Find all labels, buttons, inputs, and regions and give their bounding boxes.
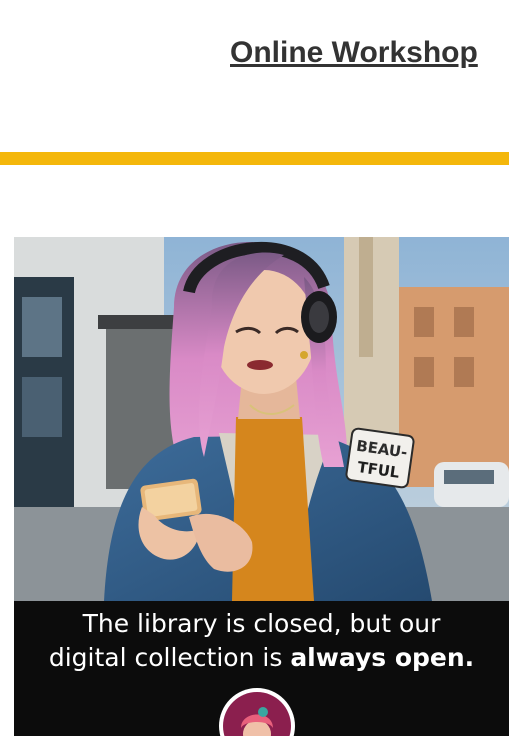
caption-always-open-emphasis: always open. [290,643,475,672]
email-page: Online Workshop BEAU- TFUL The library i… [0,0,509,736]
online-workshop-link[interactable]: Online Workshop [230,36,478,70]
beautiful-patch: BEAU- TFUL [345,427,415,489]
caption-line-2: digital collection is always open. [14,643,509,672]
digital-collection-promo-image[interactable]: BEAU- TFUL The library is closed, but ou… [14,237,509,736]
caption-line-2-text: digital collection is [48,643,291,672]
accent-divider [0,152,509,165]
caption-line-1: The library is closed, but our [82,609,441,638]
promo-photo-illustration: BEAU- TFUL [14,237,509,601]
